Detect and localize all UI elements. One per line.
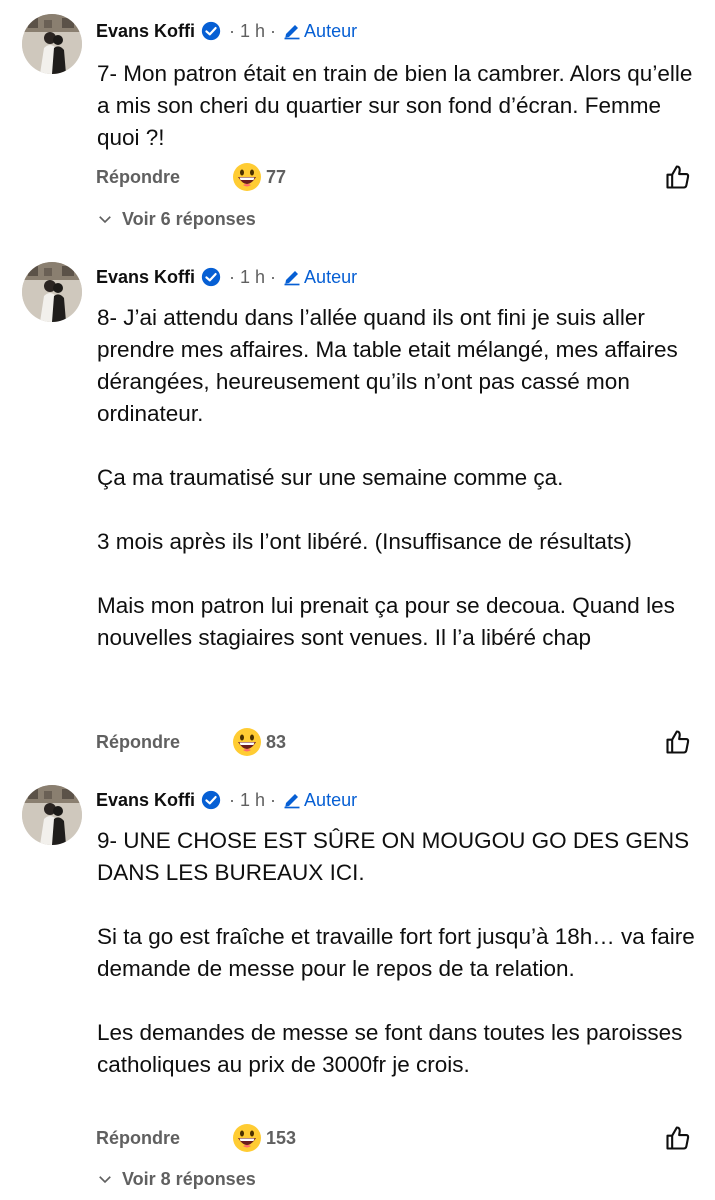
pencil-icon [284, 794, 300, 809]
timestamp: · 1 h · [229, 266, 277, 287]
verified-badge-icon [201, 267, 221, 287]
avatar[interactable] [22, 14, 82, 74]
comment-text: 8- J’ai attendu dans l’allée quand ils o… [97, 305, 678, 650]
author-badge-label: Auteur [304, 789, 358, 810]
grinning-face-emoji-icon[interactable] [232, 727, 262, 757]
reaction-count: 83 [266, 732, 287, 752]
reply-button[interactable]: Répondre [96, 722, 180, 762]
comment-header: Evans Koffi · 1 h · Auteur [96, 263, 357, 291]
chevron-down-icon [99, 1176, 111, 1184]
author-badge-label: Auteur [304, 20, 358, 41]
author-badge-label: Auteur [304, 266, 358, 287]
verified-badge-icon [201, 21, 221, 41]
avatar[interactable] [22, 262, 82, 322]
grinning-face-emoji-icon[interactable] [232, 1123, 262, 1153]
timestamp: · 1 h · [229, 789, 277, 810]
reply-button[interactable]: Répondre [96, 157, 180, 197]
view-replies-label: Voir 6 réponses [122, 208, 256, 229]
view-replies-label: Voir 8 réponses [122, 1168, 256, 1189]
author-badge: Auteur [282, 790, 357, 811]
pencil-icon [284, 25, 300, 40]
comment-header: Evans Koffi · 1 h · Auteur [96, 17, 357, 45]
reply-button[interactable]: Répondre [96, 1118, 180, 1158]
reaction-count: 77 [266, 167, 287, 187]
author-name[interactable]: Evans Koffi [96, 790, 195, 811]
reaction-count: 153 [266, 1128, 297, 1148]
author-badge: Auteur [282, 21, 357, 42]
author-name[interactable]: Evans Koffi [96, 21, 195, 42]
thumbs-up-icon[interactable] [664, 163, 692, 191]
verified-badge-icon [201, 790, 221, 810]
comment-text: 9- UNE CHOSE EST SÛRE ON MOUGOU GO DES G… [97, 828, 695, 1077]
view-replies-button[interactable]: Voir 6 réponses [96, 203, 256, 235]
comment-actions: Répondre 153 [96, 1118, 696, 1158]
comment-actions: Répondre 83 [96, 722, 696, 762]
comment-header: Evans Koffi · 1 h · Auteur [96, 786, 357, 814]
thumbs-up-icon[interactable] [664, 1124, 692, 1152]
pencil-icon [284, 271, 300, 286]
avatar[interactable] [22, 785, 82, 845]
grinning-face-emoji-icon[interactable] [232, 162, 262, 192]
author-badge: Auteur [282, 267, 357, 288]
comment-text: 7- Mon patron était en train de bien la … [97, 61, 699, 150]
author-name[interactable]: Evans Koffi [96, 267, 195, 288]
timestamp: · 1 h · [229, 20, 277, 41]
thumbs-up-icon[interactable] [664, 728, 692, 756]
comment-actions: Répondre 77 [96, 157, 696, 197]
view-replies-button[interactable]: Voir 8 réponses [96, 1163, 256, 1195]
chevron-down-icon [99, 216, 111, 224]
